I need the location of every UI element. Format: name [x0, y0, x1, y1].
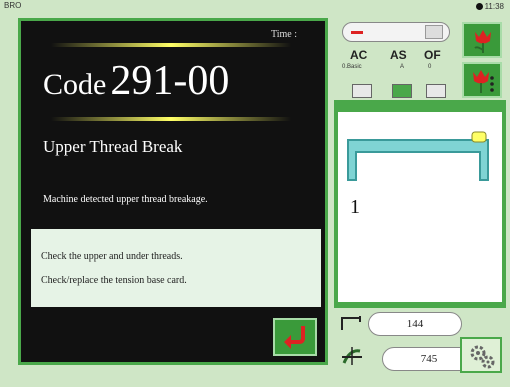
- glow-divider-bottom: [51, 117, 291, 121]
- brand-label: BRO: [4, 1, 22, 10]
- code-number: 291-00: [110, 58, 230, 104]
- status-bar: BRO 11:38: [0, 0, 510, 14]
- hint-line: Check/replace the tension base card.: [41, 275, 187, 286]
- tulip-button[interactable]: [462, 22, 502, 58]
- thread-diagram: 1: [338, 112, 502, 302]
- speed-slider[interactable]: [342, 22, 450, 42]
- gears-icon: [470, 345, 495, 369]
- time-label: Time :: [270, 29, 297, 40]
- thread-icon: [342, 347, 362, 365]
- as-toggle[interactable]: [392, 84, 412, 98]
- stitch-counter: 144: [368, 312, 462, 336]
- diagram-step-number: 1: [350, 196, 360, 218]
- back-button[interactable]: [273, 318, 317, 356]
- hint-box: Check the upper and under threads. Check…: [31, 229, 321, 307]
- mode-controls: AC AS OF 0.Basic A 0: [334, 18, 458, 98]
- needle-icon: [341, 316, 361, 330]
- slider-fill: [351, 31, 363, 34]
- ac-label: AC: [350, 48, 368, 62]
- thread-path-icon: [347, 131, 489, 181]
- slider-knob[interactable]: [425, 25, 443, 39]
- clock: 11:38: [475, 2, 504, 11]
- ac-toggle[interactable]: [352, 84, 372, 98]
- of-label: OF: [424, 48, 441, 62]
- settings-button[interactable]: [460, 337, 502, 373]
- error-description: Machine detected upper thread breakage.: [43, 194, 208, 205]
- of-toggle[interactable]: [426, 84, 446, 98]
- error-title: Upper Thread Break: [43, 137, 183, 156]
- glow-divider-top: [51, 43, 291, 47]
- as-label: AS: [390, 48, 407, 62]
- code-word: Code: [43, 68, 107, 101]
- mode-sub-label: 0.Basic: [342, 64, 362, 70]
- clock-text: 11:38: [484, 2, 504, 11]
- hint-line: Check the upper and under threads.: [41, 251, 183, 262]
- clock-icon: [475, 3, 483, 10]
- return-arrow-icon: [284, 326, 305, 349]
- error-panel: Time : Code 291-00 Upper Thread Break Ma…: [18, 18, 328, 365]
- illustration-panel: 1: [334, 100, 506, 308]
- tulip-sequence-button[interactable]: [462, 62, 502, 98]
- mode-sub-label: 0: [428, 64, 432, 70]
- tulip-icon: [473, 70, 494, 93]
- error-code: Code 291-00: [43, 57, 229, 105]
- tulip-icon: [474, 30, 491, 53]
- mode-sub-label: A: [400, 64, 405, 70]
